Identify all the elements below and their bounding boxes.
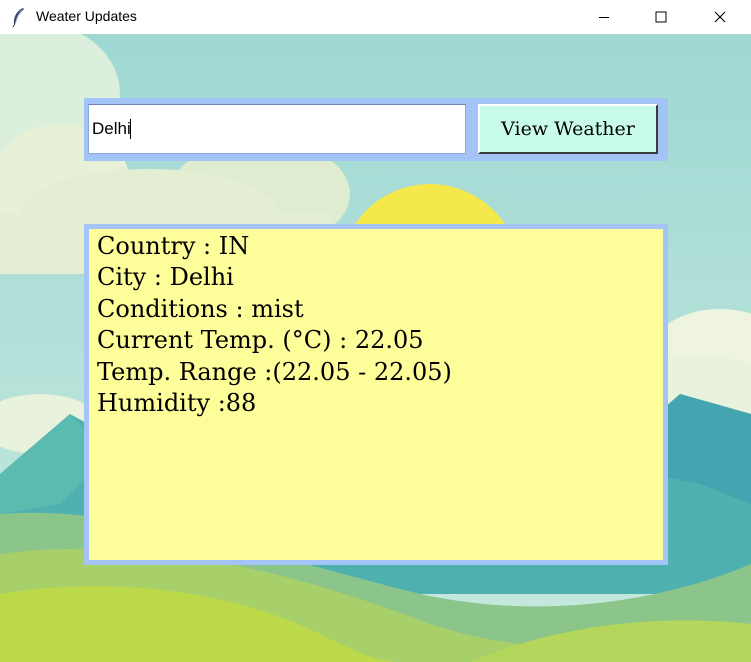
- view-weather-button[interactable]: View Weather: [478, 104, 658, 154]
- maximize-icon: [655, 11, 667, 23]
- city-input[interactable]: [88, 104, 466, 154]
- title-bar: Weater Updates: [0, 0, 751, 34]
- minimize-button[interactable]: [581, 0, 627, 34]
- minimize-icon: [599, 17, 609, 18]
- window-title: Weater Updates: [36, 8, 137, 24]
- result-country: Country : IN: [97, 232, 250, 260]
- feather-icon: [12, 8, 24, 27]
- close-icon: [714, 11, 726, 23]
- result-temp-range: Temp. Range :(22.05 - 22.05): [97, 357, 452, 386]
- text-caret: [130, 119, 131, 139]
- weather-result-panel: Country : IN City : Delhi Conditions : m…: [84, 224, 668, 565]
- weather-result-text: Country : IN City : Delhi Conditions : m…: [97, 231, 452, 419]
- maximize-button[interactable]: [638, 0, 684, 34]
- close-button[interactable]: [697, 0, 743, 34]
- window-client-area: View Weather Country : IN City : Delhi C…: [0, 34, 751, 662]
- result-conditions: Conditions : mist: [97, 294, 304, 323]
- result-humidity: Humidity :88: [97, 389, 257, 418]
- result-city: City : Delhi: [97, 263, 234, 292]
- result-current-temp: Current Temp. (°C) : 22.05: [97, 326, 424, 355]
